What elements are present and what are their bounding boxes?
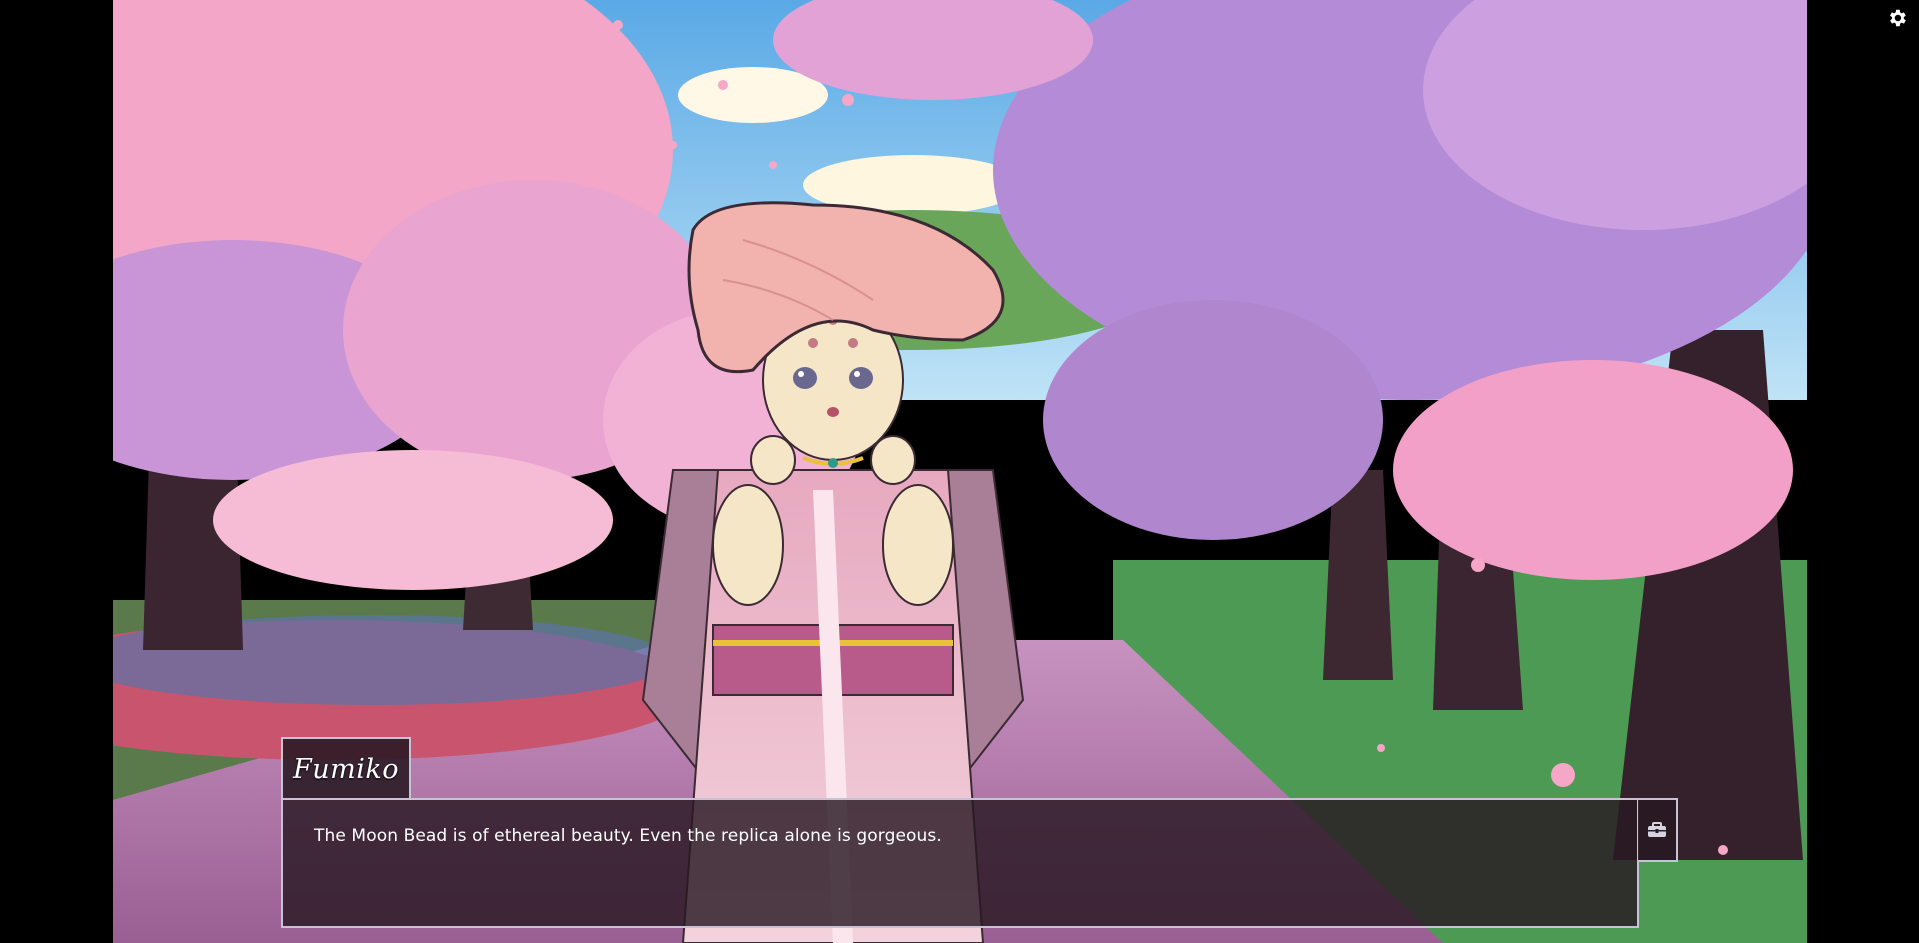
toolbox-icon (1648, 822, 1666, 837)
dialogue-text: The Moon Bead is of ethereal beauty. Eve… (314, 826, 942, 846)
blossom-canopy (1043, 300, 1383, 540)
speaker-name-tab: Fumiko (281, 737, 411, 799)
inventory-button[interactable] (1638, 798, 1678, 862)
blossom-canopy (213, 450, 613, 590)
settings-button[interactable] (1883, 4, 1911, 32)
dialogue-box[interactable]: The Moon Bead is of ethereal beauty. Eve… (281, 798, 1639, 928)
speaker-name: Fumiko (293, 753, 399, 785)
blossom-canopy (1393, 360, 1793, 580)
gear-icon (1890, 9, 1906, 27)
